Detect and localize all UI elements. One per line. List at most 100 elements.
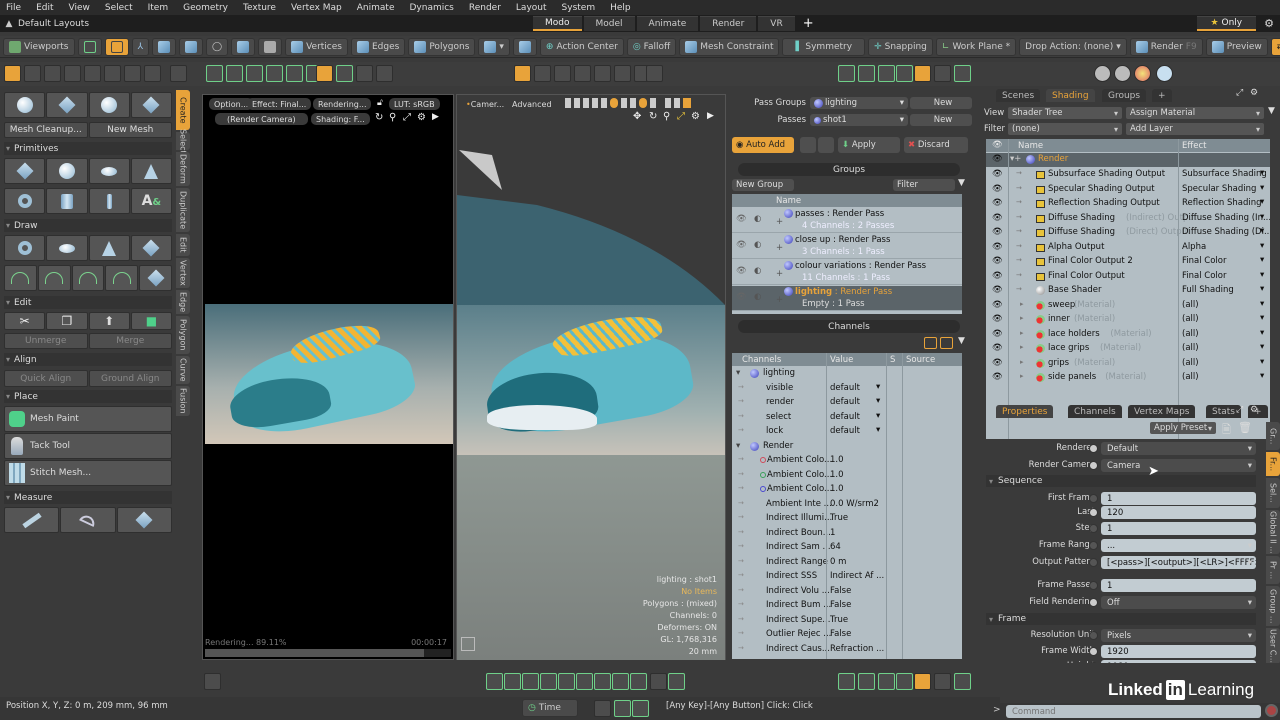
tool-stamp-button[interactable] xyxy=(124,65,141,82)
channel-value[interactable]: False xyxy=(830,600,851,610)
bottom-move-button[interactable] xyxy=(504,673,521,690)
polygons-button[interactable]: Polygons xyxy=(408,37,476,56)
bottom-list-button[interactable] xyxy=(838,673,855,690)
menu-system[interactable]: System xyxy=(562,3,596,13)
tool-time-button[interactable] xyxy=(104,65,121,82)
tool-scale-button[interactable] xyxy=(44,65,61,82)
channel-row[interactable]: → visible default ▾ xyxy=(732,382,962,396)
chevron-down-icon[interactable]: ▾ xyxy=(876,425,880,435)
shader-effect-dropdown[interactable]: (all) xyxy=(1182,358,1199,368)
chevron-down-icon[interactable]: ▾ xyxy=(1260,241,1264,251)
rotate-left-button[interactable] xyxy=(800,137,816,153)
chevron-down-icon[interactable]: ▾ xyxy=(1260,284,1264,294)
falloff-button[interactable]: ◎ Falloff xyxy=(626,37,677,56)
vtab-fusion[interactable]: Fusion xyxy=(176,386,190,416)
menu-file[interactable]: File xyxy=(6,3,21,13)
tool-move-button[interactable] xyxy=(24,65,41,82)
pan-icon[interactable]: ✥ xyxy=(633,111,641,122)
gl-add-button[interactable] xyxy=(356,65,373,82)
chevron-down-icon[interactable]: ▾ xyxy=(1260,270,1264,280)
add-layout-tab-button[interactable]: + xyxy=(803,16,814,31)
shader-effect-dropdown[interactable]: (all) xyxy=(1182,329,1199,339)
render-camera-dropdown[interactable]: Camera ▾ xyxy=(1101,459,1256,472)
primitives-section-header[interactable]: Primitives xyxy=(4,142,172,155)
bottom-skeleton-button[interactable] xyxy=(522,673,539,690)
channel-row[interactable]: → Indirect Caus... Refraction ... xyxy=(732,643,962,657)
properties-tab-properties[interactable]: Properties xyxy=(996,405,1054,418)
work-plane-button[interactable]: ∟ Work Plane * xyxy=(935,37,1017,56)
menu-geometry[interactable]: Geometry xyxy=(183,3,228,13)
passes-dropdown[interactable]: shot1 ▾ xyxy=(810,114,908,126)
eye-icon[interactable]: 👁︎ xyxy=(992,343,1003,353)
torus-button[interactable] xyxy=(4,188,46,214)
expand-icon[interactable]: ▾ xyxy=(736,368,740,378)
channel-value[interactable]: Indirect Af ... xyxy=(830,571,884,581)
sphere-button[interactable] xyxy=(46,158,88,184)
mesh-paint-button[interactable]: Mesh Paint xyxy=(4,406,172,432)
vp2-clone-button[interactable] xyxy=(574,65,591,82)
chevron-down-icon[interactable]: ▾ xyxy=(1260,168,1264,178)
channel-row[interactable]: → Ambient Colo... 1.0 xyxy=(732,483,962,497)
shader-root-row[interactable]: 👁︎ ▾+ Render xyxy=(986,153,1270,167)
bottom-image-button[interactable] xyxy=(896,673,913,690)
filter-icon[interactable]: ▼ xyxy=(1268,106,1275,116)
menu-animate[interactable]: Animate xyxy=(357,3,395,13)
gl-viewport[interactable]: • Camer... Advanced ✥ ↻ ⚲ ⤢ ⚙ ▶ lighting … xyxy=(456,94,726,660)
add-view-button[interactable] xyxy=(934,65,951,82)
vtab-edit[interactable]: Edit xyxy=(176,234,190,256)
shader-effect-dropdown[interactable]: Specular Shading xyxy=(1182,184,1256,194)
channel-row[interactable]: → select default ▾ xyxy=(732,411,962,425)
tool-bend-button[interactable] xyxy=(84,65,101,82)
sync-toggle-button[interactable]: ⇄ xyxy=(1270,37,1280,56)
properties-tab-channels[interactable]: Channels xyxy=(1068,405,1122,418)
shader-effect-dropdown[interactable]: (all) xyxy=(1182,372,1199,382)
rendering-dropdown[interactable]: Rendering... xyxy=(313,98,372,110)
gear-icon[interactable]: ⚙ xyxy=(691,111,700,122)
channel-value[interactable]: 1.0 xyxy=(830,470,844,480)
vp2-scale-button[interactable] xyxy=(554,65,571,82)
apply-preset-dropdown[interactable]: Apply Preset xyxy=(1150,422,1216,434)
render-camera-animate-toggle[interactable] xyxy=(1089,461,1098,470)
channel-value[interactable]: 0 m xyxy=(830,557,846,567)
camera-dropdown[interactable]: • Camer... xyxy=(461,98,510,110)
menu-render[interactable]: Render xyxy=(469,3,501,13)
split-button[interactable] xyxy=(632,700,649,717)
curve-3-button[interactable] xyxy=(71,265,105,291)
frame-range-dropdown[interactable]: ... ▾ xyxy=(1101,539,1256,552)
bottom-frame-view-button[interactable] xyxy=(954,673,971,690)
filter-dropdown[interactable]: (none) xyxy=(1008,123,1122,135)
shader-effect-dropdown[interactable]: Diffuse Shading (Di... xyxy=(1182,227,1270,237)
filter-field[interactable]: Filter xyxy=(893,179,955,191)
bottom-camera-button[interactable] xyxy=(540,673,557,690)
command-input[interactable] xyxy=(1006,705,1261,718)
render-toggle-icon[interactable]: ◐ xyxy=(754,266,761,276)
eye-icon[interactable]: 👁︎ xyxy=(992,285,1003,295)
refresh-icon[interactable]: ↻ xyxy=(375,112,383,123)
eye-icon[interactable]: 👁︎ xyxy=(992,314,1003,324)
gl-light-active-button[interactable] xyxy=(316,65,333,82)
channel-value[interactable]: True xyxy=(830,513,848,523)
channel-value[interactable]: Refraction ... xyxy=(830,644,884,654)
maximize-icon[interactable]: ⤢ xyxy=(1236,405,1243,415)
capsule-button[interactable] xyxy=(88,158,130,184)
shader-row[interactable]: 👁︎ → Specular Shading Output Specular Shadi… xyxy=(986,183,1270,197)
menu-help[interactable]: Help xyxy=(610,3,631,13)
curve-5-button[interactable] xyxy=(139,265,172,291)
layers-button[interactable] xyxy=(858,65,875,82)
shader-row[interactable]: 👁︎ ▸ side panels (Material) (all) ▾ xyxy=(986,371,1270,385)
apply-button[interactable]: ⬇ Apply xyxy=(838,137,900,153)
vis-icon[interactable] xyxy=(565,98,571,108)
gl-skeleton-button[interactable] xyxy=(246,65,263,82)
layout-toggle-button[interactable] xyxy=(77,37,102,56)
skeleton-button[interactable]: ⅄ xyxy=(131,37,149,56)
chevron-down-icon[interactable]: ▾ xyxy=(1260,197,1264,207)
bottom-brush-button[interactable] xyxy=(630,673,647,690)
shader-row[interactable]: 👁︎ ▸ lace grips (Material) (all) ▾ xyxy=(986,342,1270,356)
select-mode-a-button[interactable] xyxy=(231,37,256,56)
advanced-dropdown[interactable]: Advanced xyxy=(507,98,557,110)
curve-4-button[interactable] xyxy=(105,265,139,291)
gear-icon[interactable]: ⚙ xyxy=(1250,88,1258,98)
chevron-down-icon[interactable]: ▾ xyxy=(1260,212,1264,222)
save-preset-icon[interactable]: 🗎︎ xyxy=(1222,421,1231,440)
vtab-duplicate[interactable]: Duplicate xyxy=(176,188,190,232)
